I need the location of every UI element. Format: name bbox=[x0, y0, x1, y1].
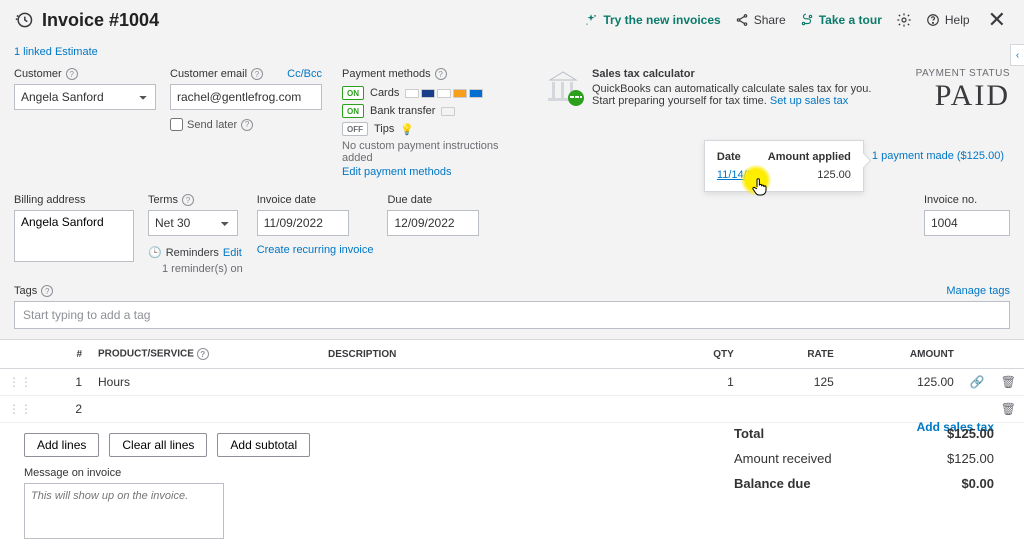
route-icon bbox=[800, 13, 814, 27]
help-button[interactable]: Help bbox=[926, 13, 970, 27]
payment-methods-label: Payment methods bbox=[342, 68, 431, 80]
help-icon[interactable]: ? bbox=[182, 194, 194, 206]
trash-icon[interactable]: 🗑 bbox=[993, 396, 1024, 423]
send-later-checkbox[interactable]: Send later ? bbox=[170, 118, 322, 131]
sparkle-icon bbox=[584, 13, 598, 27]
add-lines-button[interactable]: Add lines bbox=[24, 433, 99, 457]
message-textarea[interactable] bbox=[24, 483, 224, 539]
customer-email-input[interactable] bbox=[170, 84, 322, 110]
share-button[interactable]: Share bbox=[735, 13, 786, 27]
trash-icon[interactable]: 🗑 bbox=[993, 369, 1024, 396]
bank-icon bbox=[441, 107, 455, 116]
manage-tags-link[interactable]: Manage tags bbox=[946, 285, 1010, 297]
terms-label: Terms bbox=[148, 194, 178, 206]
cards-toggle[interactable]: ON bbox=[342, 86, 364, 100]
try-new-invoices-button[interactable]: Try the new invoices bbox=[584, 13, 720, 27]
billing-address-input[interactable]: Angela Sanford bbox=[14, 210, 134, 262]
help-icon[interactable]: ? bbox=[435, 68, 447, 80]
clear-lines-button[interactable]: Clear all lines bbox=[109, 433, 207, 457]
card-brand-icons bbox=[405, 89, 483, 98]
setup-sales-tax-link[interactable]: Set up sales tax bbox=[770, 95, 848, 107]
clock-icon: 🕒 bbox=[148, 246, 162, 259]
drag-handle-icon[interactable]: ⋮⋮ bbox=[0, 369, 40, 396]
close-button[interactable]: ✕ bbox=[984, 7, 1010, 33]
share-icon bbox=[735, 13, 749, 27]
due-date-input[interactable] bbox=[387, 210, 479, 236]
totals-summary: Total$125.00 Amount received$125.00 Bala… bbox=[734, 421, 994, 496]
add-subtotal-button[interactable]: Add subtotal bbox=[217, 433, 310, 457]
lightbulb-icon: 💡 bbox=[400, 123, 414, 136]
page-title: Invoice #1004 bbox=[42, 10, 159, 31]
help-icon bbox=[926, 13, 940, 27]
link-icon[interactable]: 🔗 bbox=[962, 369, 993, 396]
tips-toggle[interactable]: OFF bbox=[342, 122, 368, 136]
payment-made-link[interactable]: 1 payment made ($125.00) bbox=[872, 150, 1004, 162]
sales-tax-heading: Sales tax calculator bbox=[592, 68, 872, 80]
payment-methods-note: No custom payment instructions added bbox=[342, 140, 522, 164]
help-icon[interactable]: ? bbox=[197, 348, 209, 360]
customer-email-label: Customer email bbox=[170, 68, 247, 80]
table-row[interactable]: ⋮⋮ 2 🗑 bbox=[0, 396, 1024, 423]
payment-status-value: PAID bbox=[890, 79, 1010, 113]
invoice-no-input[interactable] bbox=[924, 210, 1010, 236]
due-date-label: Due date bbox=[387, 194, 432, 206]
tags-input[interactable]: Start typing to add a tag bbox=[14, 301, 1010, 329]
customer-select[interactable]: Angela Sanford bbox=[14, 84, 156, 110]
customer-label: Customer bbox=[14, 68, 62, 80]
side-panel-toggle[interactable]: ‹ bbox=[1010, 44, 1024, 66]
help-icon[interactable]: ? bbox=[241, 119, 253, 131]
invoice-no-label: Invoice no. bbox=[924, 194, 977, 206]
invoice-header: Invoice #1004 Try the new invoices Share… bbox=[0, 0, 1024, 40]
drag-handle-icon[interactable]: ⋮⋮ bbox=[0, 396, 40, 423]
tags-label: Tags bbox=[14, 285, 37, 297]
line-items-table: # PRODUCT/SERVICE ? DESCRIPTION QTY RATE… bbox=[0, 340, 1024, 423]
help-icon[interactable]: ? bbox=[66, 68, 78, 80]
bank-illustration-icon bbox=[540, 68, 582, 108]
linked-estimate-link[interactable]: 1 linked Estimate bbox=[14, 46, 98, 58]
billing-address-label: Billing address bbox=[14, 194, 86, 206]
invoice-date-input[interactable] bbox=[257, 210, 349, 236]
table-row[interactable]: ⋮⋮ 1 Hours 1 125 125.00 🔗 🗑 bbox=[0, 369, 1024, 396]
invoice-date-label: Invoice date bbox=[257, 194, 316, 206]
bank-toggle[interactable]: ON bbox=[342, 104, 364, 118]
payment-status-label: PAYMENT STATUS bbox=[890, 68, 1010, 79]
edit-payment-methods-link[interactable]: Edit payment methods bbox=[342, 166, 451, 178]
cursor-pointer-icon bbox=[751, 177, 769, 197]
gear-icon bbox=[896, 12, 912, 28]
reminders-edit-link[interactable]: Edit bbox=[223, 247, 242, 259]
help-icon[interactable]: ? bbox=[251, 68, 263, 80]
create-recurring-link[interactable]: Create recurring invoice bbox=[257, 244, 374, 256]
message-label: Message on invoice bbox=[24, 467, 121, 479]
reminders-count: 1 reminder(s) on bbox=[162, 263, 243, 275]
terms-select[interactable]: Net 30 bbox=[148, 210, 238, 236]
payment-applied-popover: DateAmount applied 11/14/20 125.00 bbox=[704, 140, 864, 192]
settings-button[interactable] bbox=[896, 12, 912, 28]
help-icon[interactable]: ? bbox=[41, 285, 53, 297]
history-icon[interactable] bbox=[14, 10, 34, 30]
ccbcc-link[interactable]: Cc/Bcc bbox=[287, 68, 322, 80]
take-tour-button[interactable]: Take a tour bbox=[800, 13, 882, 27]
